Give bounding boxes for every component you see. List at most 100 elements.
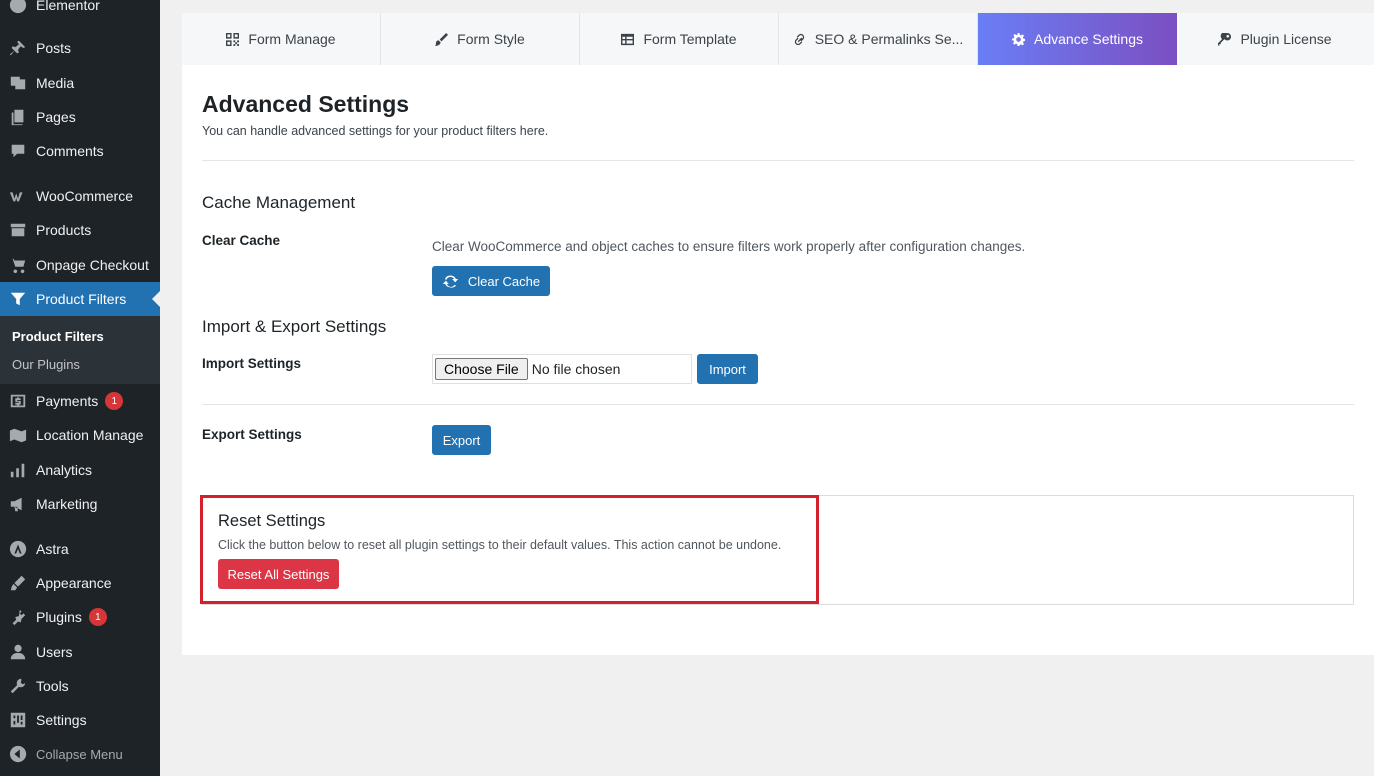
tab-label: SEO & Permalinks Se... — [814, 31, 964, 47]
sidebar-item-label: Location Manage — [36, 427, 144, 443]
choose-file-button[interactable]: Choose File — [435, 358, 528, 380]
tab-plugin-license[interactable]: Plugin License — [1177, 13, 1373, 65]
elementor-icon — [8, 0, 28, 15]
settings-panel: Form Manage Form Style Form Template SEO… — [182, 13, 1374, 655]
file-status-text: No file chosen — [531, 361, 621, 377]
sidebar-item-product-filters[interactable]: Product Filters — [0, 282, 160, 316]
megaphone-icon — [8, 494, 28, 514]
cache-section-title: Cache Management — [202, 193, 356, 212]
sidebar-item-astra[interactable]: Astra — [0, 532, 160, 566]
submenu-item-our-plugins[interactable]: Our Plugins — [12, 357, 80, 372]
export-settings-label: Export Settings — [202, 427, 302, 442]
plugin-plug-icon — [8, 607, 28, 627]
sidebar-item-onpage-checkout[interactable]: Onpage Checkout — [0, 248, 160, 282]
reset-settings-title: Reset Settings — [218, 512, 326, 530]
tab-label: Plugin License — [1240, 31, 1332, 47]
import-export-section-title: Import & Export Settings — [202, 317, 387, 336]
collapse-menu-label: Collapse Menu — [36, 746, 123, 762]
woocommerce-icon — [8, 186, 28, 206]
collapse-menu-button[interactable]: Collapse Menu — [0, 737, 160, 771]
divider — [202, 160, 1354, 161]
comment-bubble-icon — [8, 141, 28, 161]
sidebar-item-location-manage[interactable]: Location Manage — [0, 418, 160, 452]
product-filters-submenu: Product Filters Our Plugins — [0, 316, 160, 384]
qr-grid-icon — [226, 32, 240, 46]
notification-badge: 1 — [88, 608, 107, 626]
sidebar-item-label: Appearance — [36, 575, 112, 591]
sidebar-item-posts[interactable]: Posts — [0, 31, 160, 65]
refresh-icon — [442, 275, 459, 288]
sidebar-item-label: Products — [36, 222, 92, 238]
sidebar-item-woocommerce[interactable]: WooCommerce — [0, 179, 160, 213]
sidebar-item-plugins[interactable]: Plugins 1 — [0, 600, 160, 634]
sidebar-item-label: Users — [36, 644, 73, 660]
sidebar-item-settings[interactable]: Settings — [0, 703, 160, 737]
collapse-arrow-icon — [8, 744, 28, 764]
sidebar-item-tools[interactable]: Tools — [0, 669, 160, 703]
user-icon — [8, 642, 28, 662]
sidebar-item-label: Marketing — [36, 496, 98, 512]
reset-all-settings-button[interactable]: Reset All Settings — [218, 559, 339, 589]
astra-icon — [8, 539, 28, 559]
link-icon — [794, 33, 804, 45]
tab-form-manage[interactable]: Form Manage — [182, 13, 381, 65]
export-button[interactable]: Export — [432, 425, 491, 455]
sidebar-item-payments[interactable]: Payments 1 — [0, 384, 160, 418]
sidebar-item-label: Astra — [36, 541, 69, 557]
import-file-input[interactable]: Choose File No file chosen — [432, 354, 692, 384]
tab-advance-settings[interactable]: Advance Settings — [978, 13, 1177, 65]
sidebar-item-analytics[interactable]: Analytics — [0, 453, 160, 487]
sidebar-item-label: Onpage Checkout — [36, 257, 149, 273]
submenu-item-product-filters[interactable]: Product Filters — [12, 329, 104, 344]
sidebar-item-label: Plugins — [36, 609, 82, 625]
sidebar-item-label: Comments — [36, 143, 104, 159]
sidebar-item-marketing[interactable]: Marketing — [0, 487, 160, 521]
clear-cache-description: Clear WooCommerce and object caches to e… — [432, 239, 1026, 254]
paintbrush-icon — [8, 573, 28, 593]
sidebar-item-label: Media — [36, 75, 75, 91]
page-subtitle: You can handle advanced settings for you… — [202, 124, 549, 138]
key-icon — [1218, 32, 1232, 46]
map-icon — [8, 425, 28, 445]
clear-cache-button-label: Clear Cache — [467, 273, 541, 289]
sidebar-item-label: Analytics — [36, 462, 93, 478]
page-title: Advanced Settings — [202, 91, 410, 117]
sidebar-item-elementor[interactable]: Elementor — [0, 0, 160, 22]
wrench-icon — [8, 676, 28, 696]
tab-label: Form Manage — [248, 31, 336, 47]
tab-form-template[interactable]: Form Template — [580, 13, 779, 65]
sidebar-item-pages[interactable]: Pages — [0, 100, 160, 134]
filter-funnel-icon — [8, 289, 28, 309]
sidebar-item-users[interactable]: Users — [0, 635, 160, 669]
tab-form-style[interactable]: Form Style — [381, 13, 580, 65]
sidebar-item-appearance[interactable]: Appearance — [0, 566, 160, 600]
sidebar-item-comments[interactable]: Comments — [0, 134, 160, 168]
pushpin-icon — [8, 38, 28, 58]
sidebar-item-label: Product Filters — [36, 291, 127, 307]
tab-seo-permalinks[interactable]: SEO & Permalinks Se... — [779, 13, 978, 65]
sidebar-item-media[interactable]: Media — [0, 66, 160, 100]
pages-icon — [8, 107, 28, 127]
reset-settings-description: Click the button below to reset all plug… — [218, 538, 782, 552]
media-icon — [8, 73, 28, 93]
sidebar-item-label: Elementor — [36, 0, 100, 13]
sidebar-item-label: Settings — [36, 712, 87, 728]
tab-label: Advance Settings — [1034, 31, 1143, 47]
settings-sliders-icon — [8, 710, 28, 730]
brush-icon — [435, 32, 449, 46]
clear-cache-button[interactable]: Clear Cache — [432, 266, 550, 296]
settings-tabs: Form Manage Form Style Form Template SEO… — [182, 13, 1374, 65]
table-icon — [621, 33, 635, 45]
notification-badge: 1 — [105, 392, 124, 410]
divider — [202, 404, 1354, 405]
sidebar-item-label: Posts — [36, 40, 72, 56]
clear-cache-label: Clear Cache — [202, 233, 281, 248]
import-settings-label: Import Settings — [202, 356, 302, 371]
admin-sidebar: Elementor Posts Media Pages Comments Woo… — [0, 0, 160, 776]
sidebar-item-products[interactable]: Products — [0, 213, 160, 247]
tab-label: Form Style — [457, 31, 525, 47]
sidebar-item-label: Pages — [36, 109, 76, 125]
import-button[interactable]: Import — [697, 354, 758, 384]
archive-box-icon — [8, 220, 28, 240]
sidebar-item-label: Tools — [36, 678, 69, 694]
